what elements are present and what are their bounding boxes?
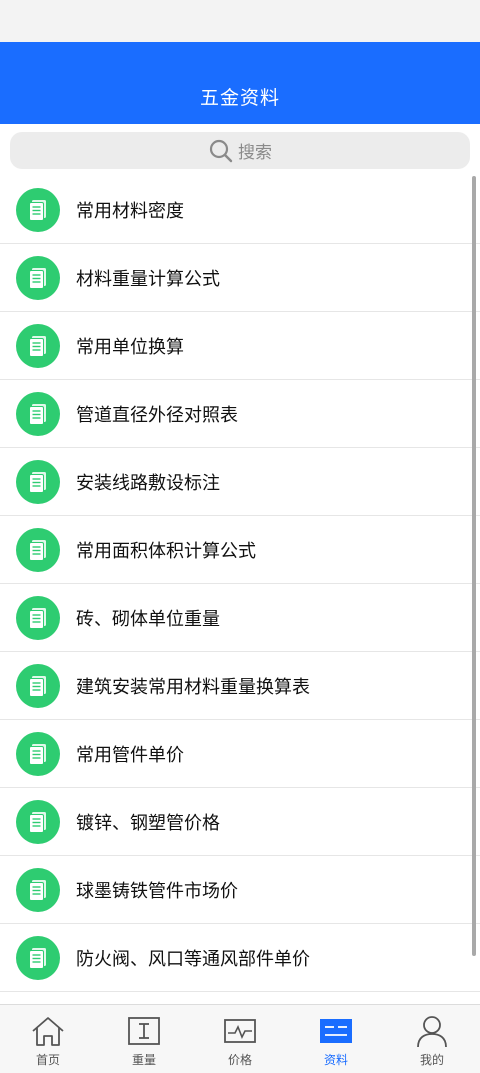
tab-label: 资料 <box>323 1053 348 1067</box>
tab-price[interactable]: 价格 <box>192 1005 288 1073</box>
document-icon <box>16 323 60 368</box>
search-input[interactable]: 搜索 <box>10 132 470 169</box>
list-item[interactable]: 常用单位换算 <box>0 312 480 380</box>
search-bar: 搜索 <box>0 124 480 176</box>
data-icon <box>319 1013 353 1049</box>
tab-data[interactable]: 资料 <box>288 1005 384 1073</box>
list-item-label: 安装线路敷设标注 <box>76 472 220 494</box>
weight-icon <box>127 1013 161 1049</box>
user-icon <box>415 1013 449 1049</box>
document-icon <box>16 867 60 912</box>
document-icon <box>16 459 60 504</box>
list-item-label: 建筑安装常用材料重量换算表 <box>76 676 310 698</box>
document-icon <box>16 255 60 300</box>
data-list: 常用材料密度 材料重量计算公式 常用单位换算 管道直径外径对照表 安装线路敷设标… <box>0 176 480 1005</box>
home-icon <box>30 1013 66 1049</box>
tab-mine[interactable]: 我的 <box>384 1005 480 1073</box>
tab-label: 我的 <box>419 1053 444 1067</box>
tab-label: 首页 <box>35 1053 60 1067</box>
list-item-label: 常用单位换算 <box>76 336 184 358</box>
document-icon <box>16 391 60 436</box>
document-icon <box>16 731 60 776</box>
tab-label: 价格 <box>227 1053 252 1067</box>
search-icon <box>209 139 233 162</box>
tab-home[interactable]: 首页 <box>0 1005 96 1073</box>
search-placeholder: 搜索 <box>238 143 272 163</box>
document-icon <box>16 595 60 640</box>
list-item[interactable]: 常用材料密度 <box>0 176 480 244</box>
app-header: 五金资料 <box>0 42 480 124</box>
list-item[interactable]: 砖、砌体单位重量 <box>0 584 480 652</box>
list-item-label: 常用管件单价 <box>76 744 184 766</box>
document-icon <box>16 935 60 980</box>
list-item-label: 球墨铸铁管件市场价 <box>76 880 238 902</box>
list-item[interactable]: 管道直径外径对照表 <box>0 380 480 448</box>
list-item[interactable]: 镀锌、钢塑管价格 <box>0 788 480 856</box>
list-scrollbar[interactable] <box>472 176 476 956</box>
list-item-label: 砖、砌体单位重量 <box>76 608 220 630</box>
list-item[interactable]: 材料重量计算公式 <box>0 244 480 312</box>
price-chart-icon <box>223 1013 257 1049</box>
bottom-tab-bar: 首页 重量 价格 资料 我的 <box>0 1004 480 1073</box>
list-item[interactable]: 建筑安装常用材料重量换算表 <box>0 652 480 720</box>
list-item[interactable]: 安装线路敷设标注 <box>0 448 480 516</box>
list-item[interactable]: 常用管件单价 <box>0 720 480 788</box>
list-item-label: 常用面积体积计算公式 <box>76 540 256 562</box>
list-item-label: 防火阀、风口等通风部件单价 <box>76 948 310 970</box>
page-title: 五金资料 <box>199 87 280 109</box>
document-icon <box>16 663 60 708</box>
list-item[interactable]: 球墨铸铁管件市场价 <box>0 856 480 924</box>
tab-label: 重量 <box>131 1053 156 1067</box>
list-item[interactable]: 防火阀、风口等通风部件单价 <box>0 924 480 992</box>
list-item-label: 管道直径外径对照表 <box>76 404 238 426</box>
tab-weight[interactable]: 重量 <box>96 1005 192 1073</box>
list-item[interactable]: 常用面积体积计算公式 <box>0 516 480 584</box>
list-item-label: 镀锌、钢塑管价格 <box>76 812 220 834</box>
list-item-label: 常用材料密度 <box>76 200 184 222</box>
status-bar <box>0 0 480 42</box>
list-item-label: 材料重量计算公式 <box>76 268 220 290</box>
document-icon <box>16 799 60 844</box>
document-icon <box>16 527 60 572</box>
document-icon <box>16 187 60 232</box>
